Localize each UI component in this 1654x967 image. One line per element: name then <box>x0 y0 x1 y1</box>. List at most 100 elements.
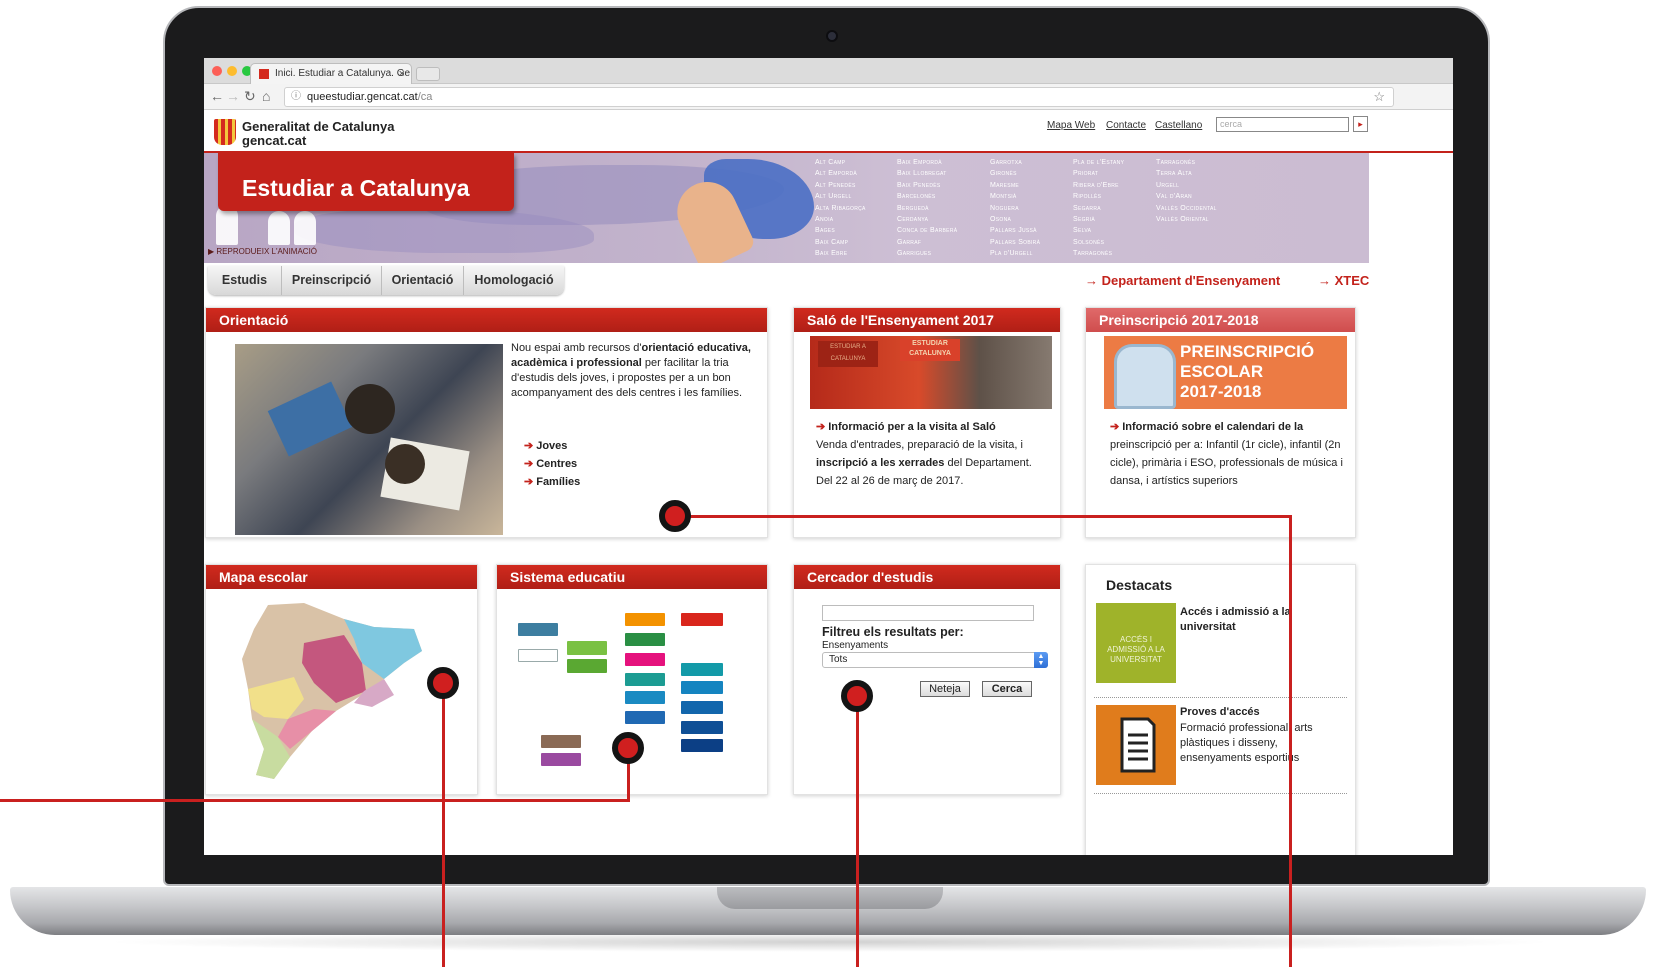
region-link[interactable]: Ribera d'Ebre <box>1073 180 1124 191</box>
region-link[interactable]: Anoia <box>815 214 866 225</box>
acces-universitat-image[interactable]: ACCÉS I ADMISSIÓ A LA UNIVERSITAT <box>1096 603 1176 683</box>
nav-estudis[interactable]: Estudis <box>208 266 282 295</box>
chart-box <box>541 735 581 748</box>
search-button[interactable]: ▸ <box>1353 116 1368 132</box>
region-link[interactable]: Alt Penedès <box>815 180 866 191</box>
info-icon[interactable]: ⓘ <box>291 88 301 106</box>
region-link[interactable]: Alt Urgell <box>815 191 866 202</box>
preinscripcio-info-link[interactable]: ➔ Informació sobre el calendari de la <box>1110 420 1303 433</box>
salo-title[interactable]: Saló de l'Ensenyament 2017 <box>794 308 1060 332</box>
region-link[interactable]: Garrigues <box>897 248 957 259</box>
org-url[interactable]: gencat.cat <box>242 133 306 148</box>
laptop-shape <box>267 381 353 457</box>
minimize-window-icon[interactable] <box>227 66 237 76</box>
chart-box <box>625 653 665 666</box>
nav-orientacio[interactable]: Orientació <box>382 266 464 295</box>
region-link[interactable]: Ripollès <box>1073 191 1124 202</box>
preinscripcio-title[interactable]: Preinscripció 2017-2018 <box>1086 308 1355 332</box>
region-link[interactable]: Alta Ribagorça <box>815 203 866 214</box>
region-link[interactable]: Garrotxa <box>990 157 1040 168</box>
link-contacte[interactable]: Contacte <box>1106 120 1146 131</box>
nav-homologacio[interactable]: Homologació <box>464 266 564 295</box>
region-link[interactable]: Garraf <box>897 237 957 248</box>
student-shape <box>345 384 395 434</box>
region-link[interactable]: Bages <box>815 225 866 236</box>
ensenyaments-select[interactable]: Tots ▲ ▼ <box>822 652 1048 668</box>
region-link[interactable]: Pallars Jussà <box>990 225 1040 236</box>
catalonia-school-map[interactable] <box>234 599 424 781</box>
link-joves[interactable]: ➔ Joves <box>524 439 567 452</box>
region-link[interactable]: Selva <box>1073 225 1124 236</box>
region-link[interactable]: Vallès Oriental <box>1156 214 1217 225</box>
region-link[interactable]: Baix Llobregat <box>897 168 957 179</box>
destacat-title[interactable]: Proves d'accés <box>1180 705 1340 720</box>
callout-line <box>690 515 1292 518</box>
region-column-5: Tarragonès Terra Alta Urgell Val d'Aran … <box>1156 157 1217 225</box>
preinscripcio-banner-image[interactable]: PREINSCRIPCIÓ ESCOLAR 2017-2018 <box>1104 336 1347 409</box>
region-link[interactable]: Tarragonès <box>1156 157 1217 168</box>
person-silhouette <box>294 211 316 245</box>
link-families[interactable]: ➔ Famílies <box>524 475 580 488</box>
search-input[interactable]: cerca <box>1216 117 1349 132</box>
region-link[interactable]: Pla d'Urgell <box>990 248 1040 259</box>
region-link[interactable]: Vallès Occidental <box>1156 203 1217 214</box>
region-link[interactable]: Berguedà <box>897 203 957 214</box>
document-icon[interactable] <box>1096 705 1176 785</box>
region-link[interactable]: Segrià <box>1073 214 1124 225</box>
tab-close-icon[interactable]: × <box>399 64 405 84</box>
region-link[interactable]: Osona <box>990 214 1040 225</box>
salo-info-link[interactable]: ➔ Informació per a la visita al Saló <box>816 420 996 433</box>
home-icon[interactable]: ⌂ <box>262 88 270 104</box>
region-link[interactable]: Maresme <box>990 180 1040 191</box>
region-link[interactable]: Solsonès <box>1073 237 1124 248</box>
region-link[interactable]: Urgell <box>1156 180 1217 191</box>
link-centres[interactable]: ➔ Centres <box>524 457 577 470</box>
generalitat-logo[interactable] <box>214 119 236 145</box>
clear-button[interactable]: Neteja <box>920 681 970 697</box>
region-link[interactable]: Alt Empordà <box>815 168 866 179</box>
region-link[interactable]: Baix Ebre <box>815 248 866 259</box>
region-link[interactable]: Noguera <box>990 203 1040 214</box>
region-link[interactable]: Pallars Sobirà <box>990 237 1040 248</box>
nav-preinscripcio[interactable]: Preinscripció <box>282 266 382 295</box>
search-submit-button[interactable]: Cerca <box>982 681 1032 697</box>
region-link[interactable]: Montsià <box>990 191 1040 202</box>
back-icon[interactable]: ← <box>210 88 224 104</box>
cercador-search-input[interactable] <box>822 605 1034 621</box>
dept-ensenyament-link[interactable]: → Departament d'Ensenyament <box>1085 273 1280 288</box>
region-link[interactable]: Alt Camp <box>815 157 866 168</box>
link-castellano[interactable]: Castellano <box>1155 120 1202 131</box>
region-link[interactable]: Tarragonès <box>1073 248 1124 259</box>
sistema-title[interactable]: Sistema educatiu <box>497 565 767 589</box>
students-photo[interactable] <box>235 344 503 535</box>
region-link[interactable]: Segarra <box>1073 203 1124 214</box>
browser-tab[interactable]: Inici. Estudiar a Catalunya. Ge × <box>250 63 412 84</box>
orientacio-title[interactable]: Orientació <box>206 308 767 332</box>
salo-photo[interactable]: ESTUDIAR A CATALUNYA ESTUDIAR CATALUNYA <box>810 336 1052 409</box>
person-silhouette <box>216 205 238 245</box>
close-window-icon[interactable] <box>212 66 222 76</box>
star-icon[interactable]: ☆ <box>1373 88 1385 106</box>
forward-icon[interactable]: → <box>226 88 240 104</box>
new-tab-button[interactable] <box>416 67 440 81</box>
link-mapa-web[interactable]: Mapa Web <box>1047 120 1095 131</box>
org-name[interactable]: Generalitat de Catalunya <box>242 120 394 133</box>
mapa-title[interactable]: Mapa escolar <box>206 565 477 589</box>
reload-icon[interactable]: ↻ <box>244 88 256 104</box>
destacat-title[interactable]: Accés i admissió a la universitat <box>1180 605 1330 635</box>
play-animation-link[interactable]: ▶ REPRODUEIX L'ANIMACIÓ <box>208 247 317 256</box>
region-link[interactable]: Conca de Barberà <box>897 225 957 236</box>
region-link[interactable]: Priorat <box>1073 168 1124 179</box>
cercador-title[interactable]: Cercador d'estudis <box>794 565 1060 589</box>
xtec-link[interactable]: → XTEC <box>1318 273 1369 288</box>
region-link[interactable]: Gironès <box>990 168 1040 179</box>
region-link[interactable]: Baix Empordà <box>897 157 957 168</box>
region-link[interactable]: Baix Penedès <box>897 180 957 191</box>
region-link[interactable]: Terra Alta <box>1156 168 1217 179</box>
address-bar[interactable]: ⓘ queestudiar.gencat.cat/ca ☆ <box>284 87 1394 107</box>
region-link[interactable]: Val d'Aran <box>1156 191 1217 202</box>
region-link[interactable]: Pla de l'Estany <box>1073 157 1124 168</box>
region-link[interactable]: Barcelonès <box>897 191 957 202</box>
region-link[interactable]: Cerdanya <box>897 214 957 225</box>
region-link[interactable]: Baix Camp <box>815 237 866 248</box>
